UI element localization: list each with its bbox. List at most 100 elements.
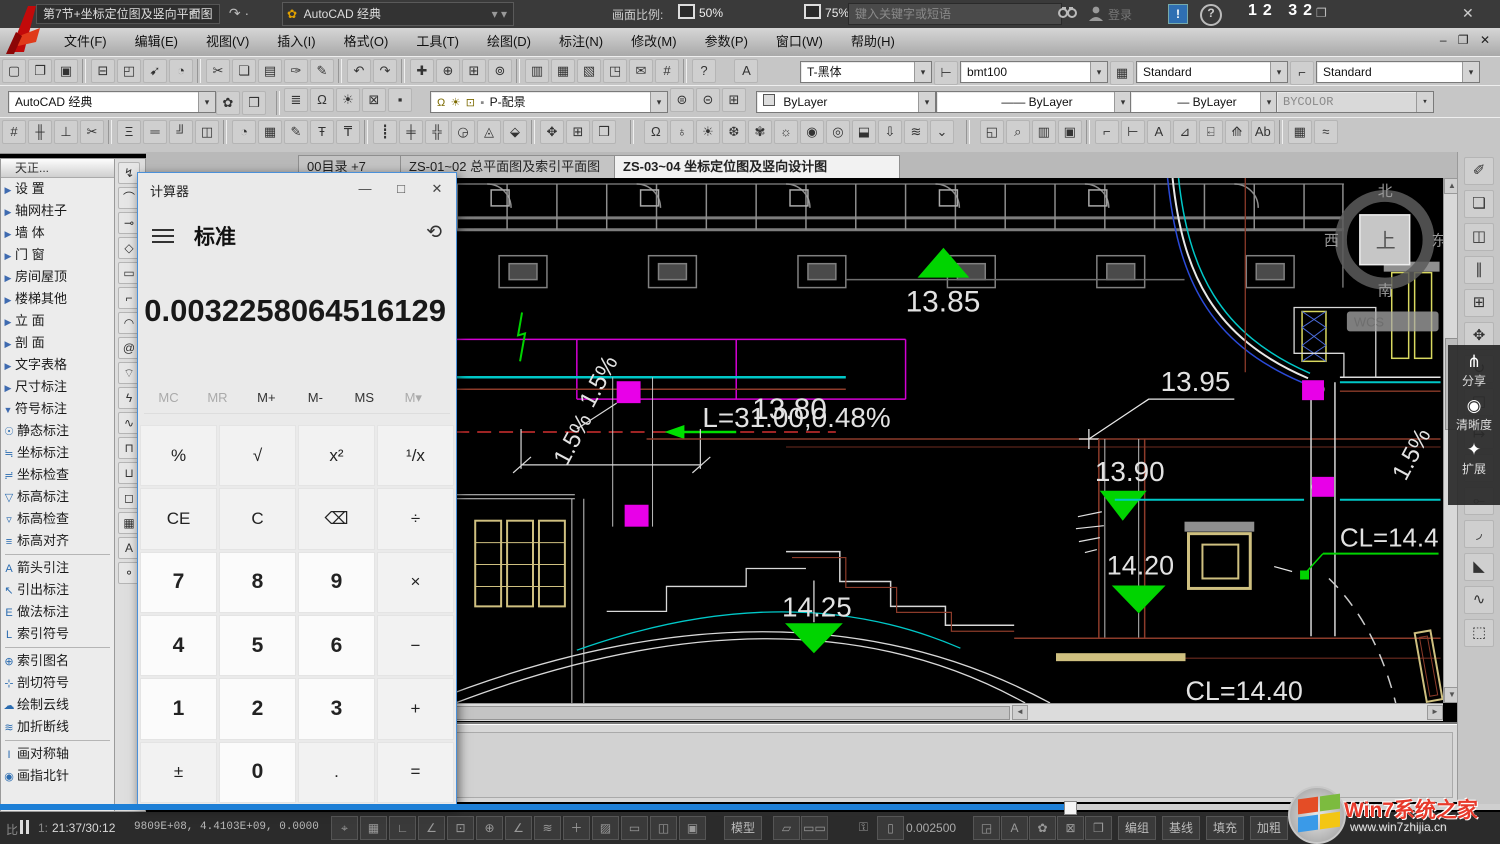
memory-button-MS[interactable]: MS (340, 390, 389, 405)
layer-color-icon[interactable]: ▪ (388, 88, 412, 112)
layer-iso2-icon[interactable]: ◎ (826, 120, 850, 144)
close-icon[interactable]: ✕ (422, 177, 452, 201)
calc-key-%[interactable]: % (140, 425, 217, 486)
text-style-icon[interactable]: A (734, 59, 758, 83)
linetype-select[interactable]: —— ByLayer▾ (936, 91, 1132, 113)
weld-icon[interactable]: ⟰ (1225, 120, 1249, 144)
vport-2-icon[interactable]: ▥ (1032, 120, 1056, 144)
workspace-select[interactable]: AutoCAD 经典▾ (8, 91, 216, 113)
tpy-toggle[interactable]: ▭ (621, 816, 648, 840)
plot-icon[interactable]: ◔ (169, 59, 193, 83)
text-tool-icon[interactable]: Ŧ (310, 120, 334, 144)
text-style-select[interactable]: T-黑体▾ (800, 61, 932, 83)
viewcube-north[interactable]: 北 (1378, 183, 1393, 200)
layer-down-icon[interactable]: ⇩ (878, 120, 902, 144)
viewcube-east[interactable]: 东 (1432, 233, 1443, 250)
redo-icon[interactable]: ↷ (373, 59, 397, 83)
viewcube-west[interactable]: 西 (1324, 233, 1339, 250)
calculator-mode[interactable]: 标准 (194, 221, 236, 251)
calc-key-√[interactable]: √ (219, 425, 296, 486)
move-tool-icon[interactable]: ✥ (540, 120, 564, 144)
undo-icon[interactable]: ↶ (347, 59, 371, 83)
layer-off-icon[interactable]: Ω (310, 88, 334, 112)
palette-item-画对称轴[interactable]: I画对称轴 (1, 743, 114, 765)
palette-title[interactable]: 天正... (1, 159, 114, 178)
print-icon[interactable]: ⊟ (91, 59, 115, 83)
palette-item-标高对齐[interactable]: ≡标高对齐 (1, 530, 114, 552)
layout2-icon[interactable]: ▭▭ (801, 816, 828, 840)
palette-group-10[interactable]: ▶尺寸标注 (1, 376, 114, 398)
tolerance-icon[interactable]: ⊿ (1173, 120, 1197, 144)
calc-key-+[interactable]: + (377, 678, 454, 739)
user-icon[interactable] (1088, 5, 1104, 24)
ortho-toggle[interactable]: ∟ (389, 816, 416, 840)
block-tool-icon[interactable]: ❒ (592, 120, 616, 144)
minimize-icon[interactable]: — (350, 177, 380, 201)
layer-match-icon[interactable]: ⊞ (722, 88, 746, 112)
explode-icon[interactable]: ⬚ (1464, 619, 1494, 647)
calc-key-7[interactable]: 7 (140, 552, 217, 613)
palette-group-4[interactable]: ▶门 窗 (1, 244, 114, 266)
forward-arrow-icon[interactable]: ↷ · (226, 3, 252, 23)
palette-item-标高标注[interactable]: ▽标高标注 (1, 486, 114, 508)
table-style-icon[interactable]: ▦ (1110, 61, 1134, 85)
exchange-icon[interactable]: ! (1168, 4, 1188, 24)
color-select[interactable]: ByLayer▾ (756, 91, 936, 113)
layer-bulb2-icon[interactable]: ♁ (670, 120, 694, 144)
tool-palettes-icon[interactable]: ▧ (577, 59, 601, 83)
calc-key-9[interactable]: 9 (298, 552, 375, 613)
layer-walk-icon[interactable]: ≋ (904, 120, 928, 144)
preview-icon[interactable]: ◰ (117, 59, 141, 83)
calc-key-0[interactable]: 0 (219, 742, 296, 803)
menu-item-12[interactable]: 帮助(H) (837, 28, 909, 56)
dim-style-select[interactable]: bmt100▾ (960, 61, 1108, 83)
history-icon[interactable]: ⟲ (426, 221, 442, 244)
properties-icon[interactable]: ▥ (525, 59, 549, 83)
memory-button-M-[interactable]: M- (291, 390, 340, 405)
calc-key-.[interactable]: . (298, 742, 375, 803)
video-progress-bar[interactable] (0, 804, 1500, 810)
zoom-window-icon[interactable]: ⊞ (462, 59, 486, 83)
palette-item-绘制云线[interactable]: ☁绘制云线 (1, 694, 114, 716)
dim-angle-icon[interactable]: ◶ (451, 120, 475, 144)
mleader-style-icon[interactable]: ⌐ (1290, 61, 1314, 85)
layer-merge-icon[interactable]: ⌄ (930, 120, 954, 144)
block-editor-icon[interactable]: ✎ (310, 59, 334, 83)
menu-item-1[interactable]: 文件(F) (50, 28, 121, 56)
layer-bulb-icon[interactable]: Ω (644, 120, 668, 144)
door-icon[interactable]: ◔ (232, 120, 256, 144)
dim-axis-icon[interactable]: ┋ (373, 120, 397, 144)
calc-key-−[interactable]: − (377, 615, 454, 676)
workspace-settings-icon[interactable]: ✿ (216, 91, 240, 115)
wall-line-icon[interactable]: ═ (143, 120, 167, 144)
calculator-window[interactable]: 计算器 — □ ✕ 标准 ⟲ 0.0032258064516129 MCMRM+… (137, 172, 457, 806)
axis-cut-icon[interactable]: ✂ (80, 120, 104, 144)
wipeout-icon[interactable]: ≈ (1314, 120, 1338, 144)
autocad-logo-icon[interactable] (2, 2, 48, 54)
palette-group-7[interactable]: ▶立 面 (1, 310, 114, 332)
palette-item-静态标注[interactable]: ☉静态标注 (1, 420, 114, 442)
menu-item-6[interactable]: 工具(T) (402, 28, 473, 56)
table-tool-icon[interactable]: ₸ (336, 120, 360, 144)
table-style-select[interactable]: Standard▾ (1136, 61, 1288, 83)
layer-select[interactable]: Ω ☀ ⊡ ▪ P-配景▾ (430, 91, 668, 113)
datum-icon[interactable]: ⍇ (1199, 120, 1223, 144)
menu-item-5[interactable]: 格式(O) (330, 28, 403, 56)
grid-tool-icon[interactable]: # (2, 120, 26, 144)
calc-key-5[interactable]: 5 (219, 615, 296, 676)
calculator-titlebar[interactable]: 计算器 — □ ✕ (138, 173, 456, 205)
erase-icon[interactable]: ✐ (1464, 157, 1494, 185)
text-a-icon[interactable]: A (1147, 120, 1171, 144)
palette-group-6[interactable]: ▶楼梯其他 (1, 288, 114, 310)
calc-key-×[interactable]: × (377, 552, 454, 613)
wall-tool-icon[interactable]: Ξ (117, 120, 141, 144)
layer-sun-icon[interactable]: ☀ (696, 120, 720, 144)
markup-icon[interactable]: ✉ (629, 59, 653, 83)
calc-key-=[interactable]: = (377, 742, 454, 803)
dim-linear-icon[interactable]: ╪ (399, 120, 423, 144)
status-button-基线[interactable]: 基线 (1162, 816, 1200, 840)
publish-icon[interactable]: ➹ (143, 59, 167, 83)
status-button-编组[interactable]: 编组 (1118, 816, 1156, 840)
search-input[interactable]: 键入关键字或短语 (848, 3, 1062, 25)
layer-copy-icon[interactable]: ⬓ (852, 120, 876, 144)
